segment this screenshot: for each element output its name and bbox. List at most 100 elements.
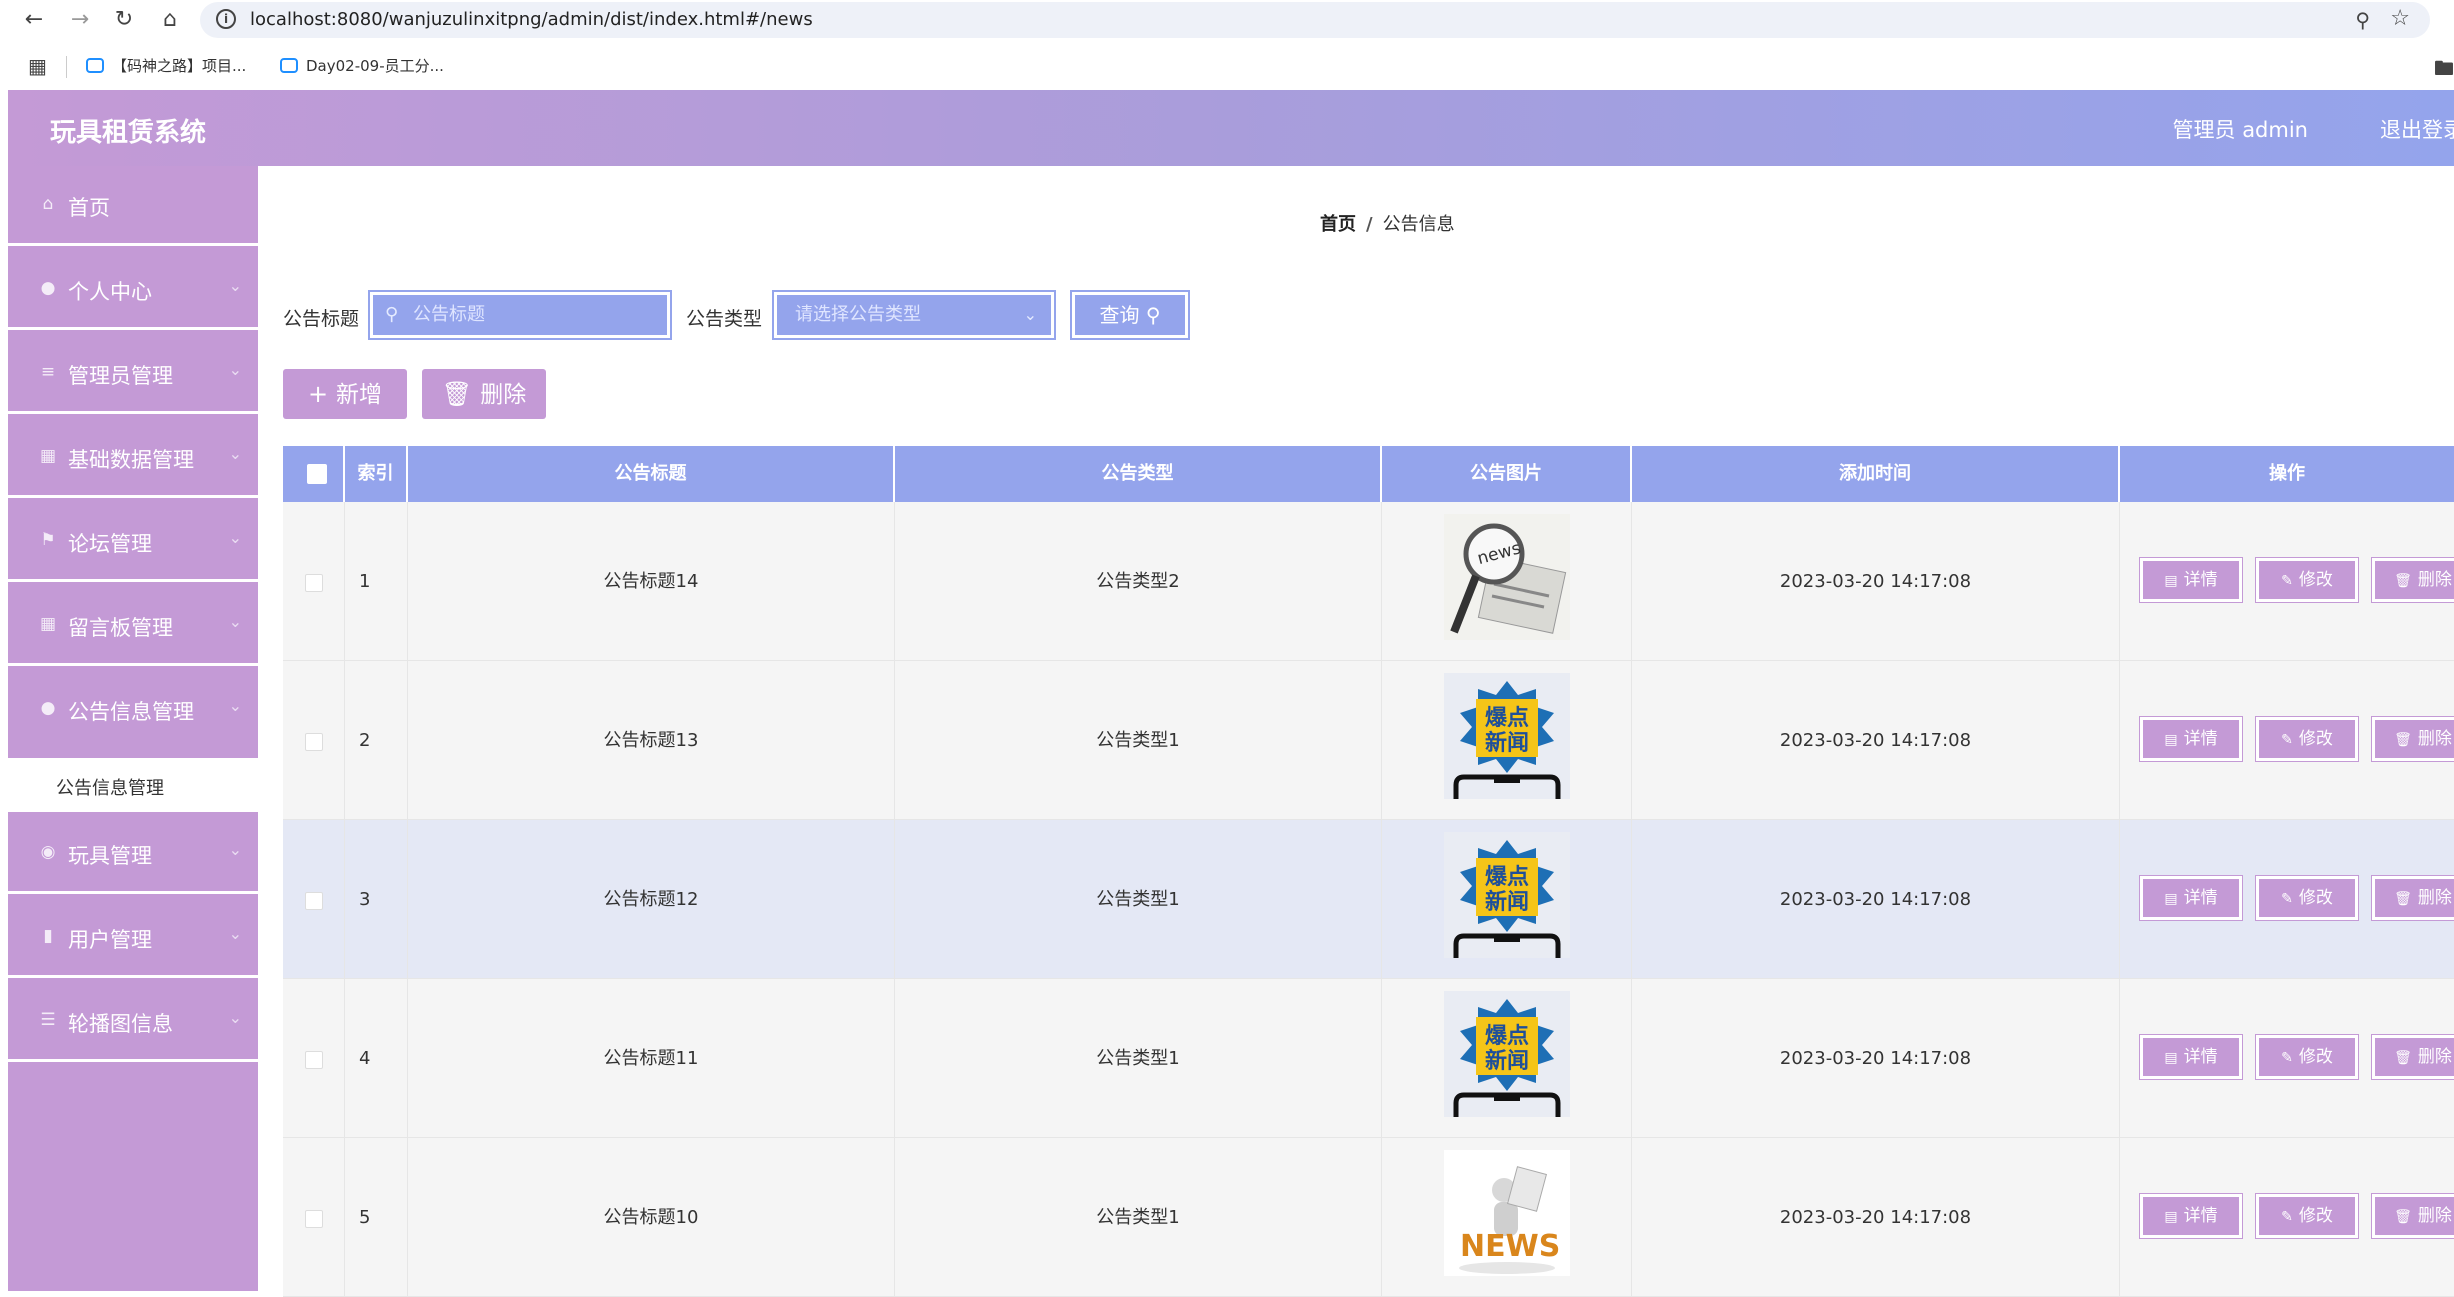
breaking-news-image[interactable]: 爆点 新闻 [1444, 832, 1570, 958]
chevron-down-icon: ⌄ [228, 840, 242, 859]
row-check-cell [283, 502, 345, 661]
table-row[interactable]: 5 公告标题10 公告类型1 NEWS 2023-03-20 14:17:08 … [283, 1138, 2454, 1297]
title-search-input[interactable]: ⚲ 公告标题 [368, 290, 672, 340]
sidebar-item-notice-management[interactable]: ● 公告信息管理 ⌄ [8, 670, 258, 750]
trash-icon: 🗑 [2394, 1209, 2412, 1225]
delete-button[interactable]: 🗑 删除 [2371, 875, 2454, 921]
sidebar-item-message-board[interactable]: ▦ 留言板管理 ⌄ [8, 586, 258, 666]
edit-label: 修改 [2298, 570, 2333, 590]
column-header-type[interactable]: 公告类型 [895, 446, 1382, 502]
star-icon[interactable]: ☆ [2390, 6, 2410, 31]
detail-button[interactable]: ▤ 详情 [2139, 875, 2243, 921]
table-row[interactable]: 3 公告标题12 公告类型1 爆点 新闻 2023-03-20 14:17:08… [283, 820, 2454, 979]
reload-icon[interactable]: ↻ [110, 6, 138, 34]
detail-button[interactable]: ▤ 详情 [2139, 1034, 2243, 1080]
pencil-icon: ✎ [2281, 573, 2293, 589]
column-header-time[interactable]: 添加时间 [1632, 446, 2120, 502]
trash-icon: 🗑 [2394, 891, 2412, 907]
edit-button[interactable]: ✎ 修改 [2255, 1193, 2359, 1239]
column-header-actions: 操作 [2269, 463, 2305, 484]
delete-button[interactable]: 🗑 删除 [2371, 1034, 2454, 1080]
home-icon[interactable]: ⌂ [156, 6, 184, 34]
sidebar-item-label: 管理员管理 [68, 364, 173, 388]
url-text[interactable]: localhost:8080/wanjuzulinxitpng/admin/di… [250, 9, 813, 30]
sidebar-item-admin-management[interactable]: ≡ 管理员管理 ⌄ [8, 334, 258, 414]
bookmark-item[interactable]: 【码神之路】项目... [86, 54, 246, 78]
row-check-cell [283, 979, 345, 1138]
table-row[interactable]: 2 公告标题13 公告类型1 爆点 新闻 2023-03-20 14:17:08… [283, 661, 2454, 820]
edit-button[interactable]: ✎ 修改 [2255, 716, 2359, 762]
edit-button[interactable]: ✎ 修改 [2255, 1034, 2359, 1080]
query-button[interactable]: 查询 ⚲ [1070, 290, 1190, 340]
forward-icon[interactable]: → [66, 6, 94, 34]
edit-label: 修改 [2298, 1206, 2333, 1226]
submenu-item-notice-management[interactable]: 公告信息管理 [8, 758, 258, 812]
bilibili-icon [86, 58, 104, 73]
breadcrumb-home[interactable]: 首页 [1320, 214, 1356, 235]
sidebar-item-label: 轮播图信息 [68, 1012, 173, 1036]
delete-button[interactable]: 🗑 删除 [2371, 557, 2454, 603]
table-row[interactable]: 1 公告标题14 公告类型2 news 2023-03-20 14:17:08 … [283, 502, 2454, 661]
bulk-delete-button[interactable]: 🗑 删除 [422, 369, 546, 419]
delete-button[interactable]: 🗑 删除 [2371, 716, 2454, 762]
thumb-breaking-line2: 新闻 [1485, 889, 1529, 915]
news-figure-image[interactable]: NEWS [1444, 1150, 1570, 1276]
thumb-breaking-line2: 新闻 [1485, 1048, 1529, 1074]
sidebar-item-carousel[interactable]: ☰ 轮播图信息 ⌄ [8, 982, 258, 1062]
logout-link[interactable]: 退出登录 [2380, 114, 2454, 144]
chevron-down-icon: ⌄ [228, 444, 242, 463]
delete-label: 删除 [2417, 729, 2452, 749]
edit-button[interactable]: ✎ 修改 [2255, 875, 2359, 921]
chevron-down-icon: ⌄ [228, 1008, 242, 1027]
sidebar-item-forum[interactable]: ⚑ 论坛管理 ⌄ [8, 502, 258, 582]
back-icon[interactable]: ← [20, 6, 48, 34]
sidebar-item-base-data[interactable]: ▦ 基础数据管理 ⌄ [8, 418, 258, 498]
breaking-news-image[interactable]: 爆点 新闻 [1444, 991, 1570, 1117]
key-icon[interactable]: ⚲ [2355, 8, 2370, 32]
row-title: 公告标题13 [408, 661, 895, 820]
column-header-index[interactable]: 索引 [345, 446, 408, 502]
row-check-cell [283, 820, 345, 979]
row-checkbox[interactable] [305, 892, 323, 910]
delete-label: 删除 [2417, 888, 2452, 908]
detail-button[interactable]: ▤ 详情 [2139, 557, 2243, 603]
apps-icon[interactable]: ▦ [28, 54, 47, 78]
detail-button[interactable]: ▤ 详情 [2139, 716, 2243, 762]
row-checkbox[interactable] [305, 733, 323, 751]
breaking-news-image[interactable]: 爆点 新闻 [1444, 673, 1570, 799]
user-icon: ● [40, 278, 56, 298]
thumb-breaking-line2: 新闻 [1485, 730, 1529, 756]
row-time: 2023-03-20 14:17:08 [1632, 820, 2120, 979]
folder-icon[interactable]: 🖿 [2434, 54, 2454, 88]
row-index: 3 [345, 820, 408, 979]
sidebar-item-toy-management[interactable]: ◉ 玩具管理 ⌄ [8, 814, 258, 894]
delete-button[interactable]: 🗑 删除 [2371, 1193, 2454, 1239]
table-header: 索引 公告标题 公告类型 公告图片 添加时间 操作 [283, 446, 2454, 502]
row-type: 公告类型2 [895, 502, 1382, 661]
edit-button[interactable]: ✎ 修改 [2255, 557, 2359, 603]
row-type: 公告类型1 [895, 661, 1382, 820]
type-select[interactable]: 请选择公告类型 ⌄ [772, 290, 1056, 340]
site-info-icon[interactable]: i [216, 9, 236, 29]
select-all-checkbox[interactable] [307, 464, 327, 484]
detail-button[interactable]: ▤ 详情 [2139, 1193, 2243, 1239]
row-checkbox[interactable] [305, 1210, 323, 1228]
row-checkbox[interactable] [305, 1051, 323, 1069]
sidebar-item-home[interactable]: ⌂ 首页 [8, 166, 258, 246]
chevron-down-icon: ⌄ [228, 528, 242, 547]
table-row[interactable]: 4 公告标题11 公告类型1 爆点 新闻 2023-03-20 14:17:08… [283, 979, 2454, 1138]
row-checkbox[interactable] [305, 574, 323, 592]
column-header-image[interactable]: 公告图片 [1382, 446, 1632, 502]
add-button[interactable]: + 新增 [283, 369, 407, 419]
news-magnifier-image[interactable]: news [1444, 514, 1570, 640]
thumb-breaking-line1: 爆点 [1485, 864, 1529, 890]
sidebar-item-personal-center[interactable]: ● 个人中心 ⌄ [8, 250, 258, 330]
sidebar-item-user-management[interactable]: ▮ 用户管理 ⌄ [8, 898, 258, 978]
trash-icon: 🗑 [2394, 732, 2412, 748]
flag-icon: ⚑ [40, 530, 56, 550]
address-bar[interactable]: i localhost:8080/wanjuzulinxitpng/admin/… [200, 2, 2430, 38]
bookmark-item[interactable]: Day02-09-员工分... [280, 54, 444, 78]
row-title: 公告标题14 [408, 502, 895, 661]
pencil-icon: ✎ [2281, 891, 2293, 907]
column-header-title[interactable]: 公告标题 [408, 446, 895, 502]
